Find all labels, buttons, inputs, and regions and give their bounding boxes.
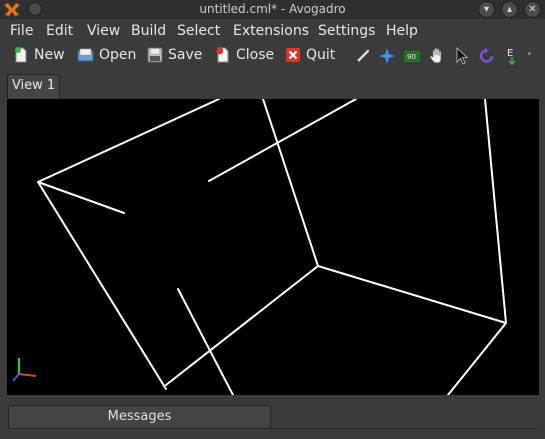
tab-view-1[interactable]: View 1	[7, 74, 60, 98]
molecule-viewport[interactable]	[7, 99, 539, 395]
bond	[37, 181, 167, 390]
title-bar: untitled.cml* - Avogadro ▾ ▴ ✕	[0, 0, 545, 19]
minimize-button[interactable]: ▾	[478, 1, 495, 18]
messages-dock: Messages	[0, 399, 545, 439]
dock-divider	[271, 428, 537, 429]
menu-build[interactable]: Build	[131, 23, 166, 39]
bond	[37, 99, 220, 183]
close-window-button[interactable]: ✕	[524, 1, 541, 18]
open-folder-icon	[77, 48, 94, 62]
bond	[484, 99, 507, 324]
bond	[317, 265, 507, 324]
open-button[interactable]: Open	[77, 45, 136, 65]
main-toolbar: New Open Save Close Quit 90 E	[0, 42, 545, 68]
auto-optimize-icon[interactable]: E	[502, 46, 522, 66]
menu-select[interactable]: Select	[177, 23, 220, 39]
svg-text:90: 90	[407, 53, 416, 61]
menu-edit[interactable]: Edit	[46, 23, 73, 39]
save-button[interactable]: Save	[147, 45, 202, 65]
open-button-label: Open	[99, 47, 137, 63]
manipulate-hand-icon[interactable]	[427, 46, 447, 66]
maximize-button[interactable]: ▴	[501, 1, 518, 18]
navigate-icon[interactable]	[377, 46, 397, 66]
messages-tab[interactable]: Messages	[8, 405, 271, 429]
save-disk-icon	[147, 47, 163, 63]
close-button-label: Close	[236, 47, 275, 63]
bond	[165, 265, 319, 386]
menu-view[interactable]: View	[87, 23, 120, 39]
quit-button[interactable]: Quit	[285, 45, 335, 65]
new-button-label: New	[34, 47, 65, 63]
close-button[interactable]: Close	[215, 45, 274, 65]
bond	[37, 181, 125, 214]
new-button[interactable]: New	[13, 45, 65, 65]
quit-icon	[286, 48, 300, 62]
menu-bar: File Edit View Build Select Extensions S…	[0, 20, 545, 42]
menu-settings[interactable]: Settings	[318, 23, 375, 39]
menu-file[interactable]: File	[10, 23, 33, 39]
bond	[177, 288, 234, 395]
axes-indicator-icon	[12, 358, 37, 382]
new-document-icon	[15, 47, 27, 63]
view-tab-bar: View 1	[0, 72, 545, 98]
select-arrow-icon[interactable]	[452, 46, 472, 66]
bond	[447, 322, 507, 395]
save-button-label: Save	[168, 47, 203, 63]
toolbar-overflow-icon[interactable]	[528, 52, 531, 55]
menu-extensions[interactable]: Extensions	[233, 23, 309, 39]
auto-rotate-icon[interactable]	[477, 46, 497, 66]
quit-button-label: Quit	[306, 47, 336, 63]
draw-pencil-icon[interactable]	[353, 46, 373, 66]
measure-icon[interactable]: 90	[402, 46, 422, 66]
window-title: untitled.cml* - Avogadro	[199, 2, 346, 16]
molecule-render	[12, 99, 507, 395]
close-document-icon	[216, 47, 229, 63]
menu-help[interactable]: Help	[386, 23, 418, 39]
bond	[208, 99, 357, 182]
